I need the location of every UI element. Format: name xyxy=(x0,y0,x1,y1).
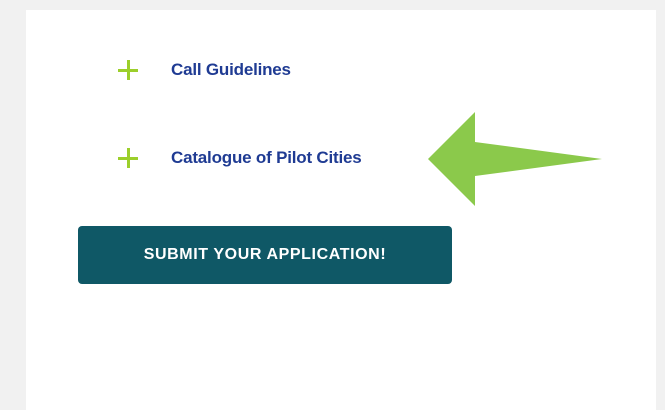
submit-application-button[interactable]: SUBMIT YOUR APPLICATION! xyxy=(78,226,452,284)
accordion-label: Catalogue of Pilot Cities xyxy=(171,148,362,167)
accordion-item-call-guidelines[interactable]: Call Guidelines xyxy=(118,60,291,80)
accordion-item-catalogue-of-pilot-cities[interactable]: Catalogue of Pilot Cities xyxy=(118,148,362,168)
arrow-left-icon xyxy=(428,112,602,206)
arrow-shape xyxy=(428,112,602,206)
accordion-label: Call Guidelines xyxy=(171,60,291,79)
plus-icon[interactable] xyxy=(118,60,138,80)
plus-icon[interactable] xyxy=(118,148,138,168)
